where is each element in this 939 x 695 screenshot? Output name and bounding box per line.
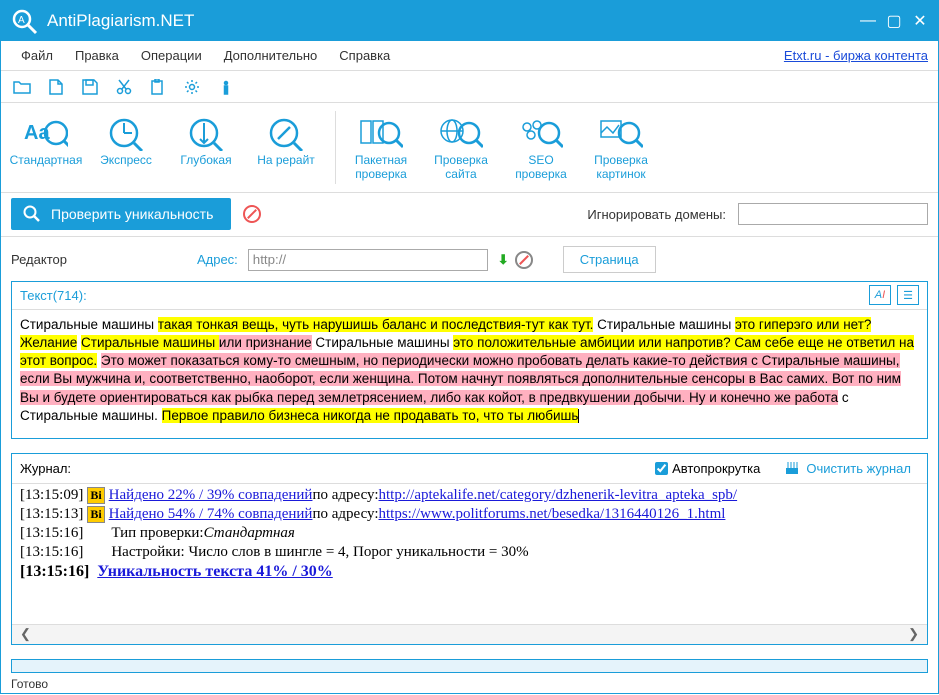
info-icon[interactable] xyxy=(215,76,237,98)
check-uniqueness-label: Проверить уникальность xyxy=(51,206,213,222)
page-tab[interactable]: Страница xyxy=(563,246,656,273)
mode-standard[interactable]: Aa Стандартная xyxy=(11,111,81,184)
engine-badge: Bi xyxy=(87,506,104,523)
text-count: Текст(714): xyxy=(20,288,87,303)
seo-check[interactable]: SEO проверка xyxy=(506,111,576,184)
autoscroll-checkbox[interactable]: Автопрокрутка xyxy=(655,461,760,476)
engine-badge: Bi xyxy=(87,487,104,504)
maximize-button[interactable]: ▢ xyxy=(884,11,904,31)
uniqueness-result-link[interactable]: Уникальность текста 41% / 30% xyxy=(97,563,332,581)
mode-standard-label: Стандартная xyxy=(10,153,83,167)
menu-operations[interactable]: Операции xyxy=(131,44,212,67)
ignore-domains-label: Игнорировать домены: xyxy=(587,207,726,222)
batch-check[interactable]: Пакетная проверка xyxy=(346,111,416,184)
scroll-right-icon[interactable]: ❯ xyxy=(908,626,919,642)
font-tool-icon[interactable]: AI xyxy=(869,285,891,305)
mode-rewrite[interactable]: На рерайт xyxy=(251,111,321,184)
mode-rewrite-label: На рерайт xyxy=(257,153,315,167)
image-check[interactable]: Проверка картинок xyxy=(586,111,656,184)
address-input[interactable] xyxy=(248,249,488,271)
journal-row: [13:15:09] Bi Найдено 22% / 39% совпаден… xyxy=(20,486,919,505)
journal-row: [13:15:16] Настройки: Число слов в шингл… xyxy=(20,543,919,562)
menu-edit[interactable]: Правка xyxy=(65,44,129,67)
settings-icon[interactable] xyxy=(181,76,203,98)
cut-icon[interactable] xyxy=(113,76,135,98)
check-uniqueness-button[interactable]: Проверить уникальность xyxy=(11,198,231,230)
editor-title: Редактор xyxy=(11,252,67,267)
save-icon[interactable] xyxy=(79,76,101,98)
progress-bar xyxy=(11,659,928,673)
journal-url-link[interactable]: https://www.politforums.net/besedka/1316… xyxy=(379,506,726,523)
minimize-button[interactable]: — xyxy=(858,11,878,31)
mode-deep-label: Глубокая xyxy=(180,153,231,167)
ignore-domains-input[interactable] xyxy=(738,203,928,225)
seo-check-label: SEO проверка xyxy=(508,153,574,182)
download-icon[interactable]: ⬇ xyxy=(498,252,509,268)
app-logo: A xyxy=(9,6,39,36)
text-content[interactable]: Стиральные машины такая тонкая вещь, чут… xyxy=(12,310,927,438)
site-check-label: Проверка сайта xyxy=(428,153,494,182)
site-check[interactable]: Проверка сайта xyxy=(426,111,496,184)
journal-row: [13:15:13] Bi Найдено 54% / 74% совпаден… xyxy=(20,505,919,524)
journal-url-link[interactable]: http://aptekalife.net/category/dzhenerik… xyxy=(379,487,738,504)
svg-text:A: A xyxy=(18,15,25,26)
mode-express-label: Экспресс xyxy=(100,153,152,167)
journal-row: [13:15:16] Тип проверки: Стандартная xyxy=(20,524,919,543)
view-tool-icon[interactable]: ☰ xyxy=(897,285,919,305)
external-link[interactable]: Etxt.ru - биржа контента xyxy=(784,48,928,63)
menu-file[interactable]: Файл xyxy=(11,44,63,67)
open-icon[interactable] xyxy=(11,76,33,98)
horizontal-scrollbar[interactable]: ❮ ❯ xyxy=(12,624,927,644)
mode-deep[interactable]: Глубокая xyxy=(171,111,241,184)
menu-help[interactable]: Справка xyxy=(329,44,400,67)
journal-row: [13:15:16] Уникальность текста 41% / 30% xyxy=(20,562,919,582)
address-label: Адрес: xyxy=(197,252,238,267)
new-file-icon[interactable] xyxy=(45,76,67,98)
status-text: Готово xyxy=(1,673,938,695)
stop-icon[interactable] xyxy=(243,205,261,223)
app-title: AntiPlagiarism.NET xyxy=(47,11,858,31)
scroll-left-icon[interactable]: ❮ xyxy=(20,626,31,642)
clear-journal-button[interactable]: Очистить журнал xyxy=(776,459,919,478)
journal-title: Журнал: xyxy=(20,461,71,476)
batch-check-label: Пакетная проверка xyxy=(348,153,414,182)
paste-icon[interactable] xyxy=(147,76,169,98)
image-check-label: Проверка картинок xyxy=(588,153,654,182)
cancel-address-icon[interactable] xyxy=(515,251,533,269)
mode-express[interactable]: Экспресс xyxy=(91,111,161,184)
close-button[interactable]: ✕ xyxy=(910,11,930,31)
journal-match-link[interactable]: Найдено 22% / 39% совпадений xyxy=(109,487,313,504)
menu-additional[interactable]: Дополнительно xyxy=(214,44,328,67)
journal-match-link[interactable]: Найдено 54% / 74% совпадений xyxy=(109,506,313,523)
